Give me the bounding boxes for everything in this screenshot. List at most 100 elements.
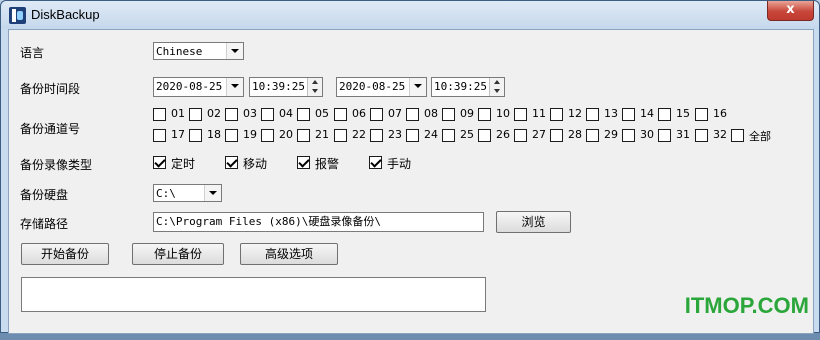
browse-button[interactable]: 浏览 (496, 211, 571, 233)
channel-label: 29 (604, 128, 618, 141)
channel-checkbox[interactable] (370, 129, 383, 142)
channel-checkbox[interactable] (261, 129, 274, 142)
record-type-label: 备份录像类型 (20, 158, 93, 172)
record-type-checkbox[interactable] (225, 156, 238, 169)
channel-checkbox[interactable] (695, 129, 708, 142)
channel-checkbox[interactable] (370, 108, 383, 121)
window-title: DiskBackup (31, 7, 100, 22)
channel-label: 21 (315, 128, 329, 141)
channel-label: 11 (532, 107, 546, 120)
record-type-checkbox[interactable] (153, 156, 166, 169)
channel-checkbox[interactable] (550, 108, 563, 121)
channel-checkbox[interactable] (189, 108, 202, 121)
channel-label: 27 (532, 128, 546, 141)
disk-label: 备份硬盘 (20, 188, 69, 202)
channel-label: 14 (640, 107, 654, 120)
close-button[interactable]: x (767, 1, 814, 21)
channel-label: 18 (207, 128, 221, 141)
stop-backup-button[interactable]: 停止备份 (132, 243, 224, 265)
disk-select[interactable]: C:\ (153, 184, 222, 202)
channel-checkbox[interactable] (225, 129, 238, 142)
end-time-value: 10:39:25 (434, 80, 487, 93)
language-label: 语言 (20, 46, 45, 60)
language-select[interactable]: Chinese (153, 42, 244, 60)
close-icon: x (786, 2, 795, 17)
path-input[interactable]: C:\Program Files (x86)\硬盘录像备份\ (153, 212, 484, 232)
channel-checkbox[interactable] (478, 108, 491, 121)
channel-label: 31 (676, 128, 690, 141)
language-value: Chinese (156, 45, 203, 58)
channel-label: 19 (243, 128, 257, 141)
disk-value: C:\ (156, 187, 176, 200)
end-time-spinner[interactable]: 10:39:25 (431, 77, 505, 97)
channel-checkbox[interactable] (406, 108, 419, 121)
chevron-down-icon[interactable] (409, 78, 426, 96)
channel-checkbox[interactable] (153, 129, 166, 142)
start-time-spinner[interactable]: 10:39:25 (249, 77, 323, 97)
advanced-options-button[interactable]: 高级选项 (240, 243, 338, 265)
channel-checkbox[interactable] (622, 108, 635, 121)
spin-down-icon[interactable] (308, 87, 322, 96)
start-time-value: 10:39:25 (252, 80, 305, 93)
channel-checkbox[interactable] (261, 108, 274, 121)
channel-checkbox[interactable] (514, 129, 527, 142)
channel-label: 23 (388, 128, 402, 141)
select-all-checkbox[interactable] (731, 129, 744, 142)
channel-checkbox[interactable] (586, 108, 599, 121)
channel-label: 04 (279, 107, 293, 120)
channel-checkbox[interactable] (622, 129, 635, 142)
channel-label: 26 (496, 128, 510, 141)
record-type-label: 移动 (243, 157, 268, 171)
log-output[interactable] (21, 277, 486, 312)
end-date-picker[interactable]: 2020-08-25 (336, 77, 427, 97)
channel-label: 09 (460, 107, 474, 120)
channel-checkbox[interactable] (189, 129, 202, 142)
channel-label: 17 (171, 128, 185, 141)
channel-checkbox[interactable] (478, 129, 491, 142)
channel-label: 25 (460, 128, 474, 141)
chevron-down-icon[interactable] (204, 185, 221, 201)
channel-checkbox[interactable] (442, 129, 455, 142)
channel-checkbox[interactable] (586, 129, 599, 142)
chevron-down-icon[interactable] (226, 43, 243, 59)
title-bar[interactable]: DiskBackup x (1, 1, 819, 29)
channel-checkbox[interactable] (442, 108, 455, 121)
channel-checkbox[interactable] (695, 108, 708, 121)
watermark-logo: ITMOP.COM (684, 293, 809, 318)
channel-checkbox[interactable] (658, 129, 671, 142)
channel-checkbox[interactable] (334, 108, 347, 121)
end-date-value: 2020-08-25 (339, 80, 406, 93)
spin-down-icon[interactable] (490, 87, 504, 96)
channel-checkbox[interactable] (406, 129, 419, 142)
start-date-picker[interactable]: 2020-08-25 (153, 77, 244, 97)
channel-checkbox[interactable] (334, 129, 347, 142)
channel-checkbox[interactable] (658, 108, 671, 121)
channel-checkbox[interactable] (514, 108, 527, 121)
spinner-arrows (307, 78, 322, 96)
channel-label: 32 (713, 128, 727, 141)
spinner-arrows (489, 78, 504, 96)
record-type-label: 报警 (315, 157, 340, 171)
path-label: 存储路径 (20, 217, 69, 231)
channel-label: 01 (171, 107, 185, 120)
channels-label: 备份通道号 (20, 122, 81, 136)
select-all-label: 全部 (749, 130, 771, 143)
channel-label: 24 (424, 128, 438, 141)
record-type-label: 手动 (387, 157, 412, 171)
channel-checkbox[interactable] (297, 108, 310, 121)
channel-label: 10 (496, 107, 510, 120)
record-type-checkbox[interactable] (369, 156, 382, 169)
channel-checkbox[interactable] (297, 129, 310, 142)
record-type-checkbox[interactable] (297, 156, 310, 169)
channel-checkbox[interactable] (225, 108, 238, 121)
record-type-label: 定时 (171, 157, 196, 171)
time-range-label: 备份时间段 (20, 82, 81, 96)
channel-label: 30 (640, 128, 654, 141)
channel-checkbox[interactable] (153, 108, 166, 121)
channel-label: 02 (207, 107, 221, 120)
channel-label: 12 (568, 107, 582, 120)
chevron-down-icon[interactable] (226, 78, 243, 96)
start-backup-button[interactable]: 开始备份 (21, 243, 109, 265)
start-date-value: 2020-08-25 (156, 80, 223, 93)
channel-checkbox[interactable] (550, 129, 563, 142)
